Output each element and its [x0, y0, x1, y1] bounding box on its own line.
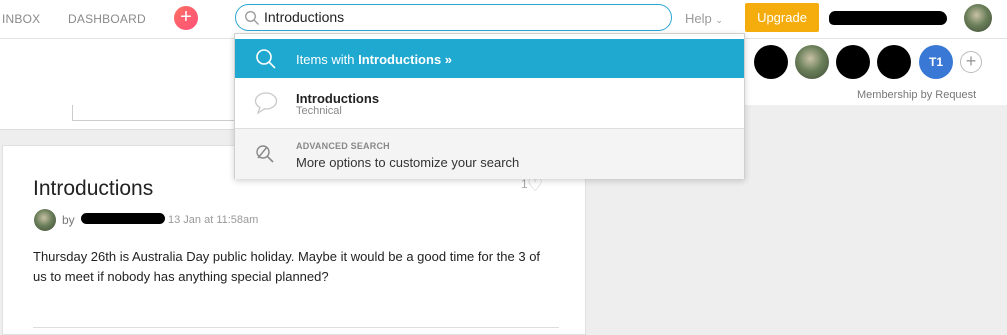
member-avatar[interactable]	[795, 45, 829, 79]
items-with-term: Introductions »	[358, 52, 453, 67]
search-dropdown: Items with Introductions » Introductions…	[234, 33, 745, 179]
search-icon	[245, 11, 259, 25]
author-avatar[interactable]	[34, 209, 56, 231]
by-label: by	[62, 213, 75, 227]
advanced-search-text: More options to customize your search	[296, 155, 520, 170]
upgrade-button[interactable]: Upgrade	[745, 3, 819, 32]
member-avatar-initials[interactable]: T1	[919, 45, 953, 79]
post-body: Thursday 26th is Australia Day public ho…	[33, 249, 541, 284]
items-with-option[interactable]: Items with Introductions »	[235, 39, 744, 78]
items-with-prefix: Items with	[296, 52, 359, 67]
redacted-author-name	[81, 213, 165, 224]
post-date: 13 Jan at 11:58am	[168, 214, 259, 226]
post-title[interactable]: Introductions	[33, 177, 153, 201]
user-avatar[interactable]	[964, 4, 992, 32]
speech-bubble-icon	[254, 92, 278, 115]
member-avatar[interactable]	[836, 45, 870, 79]
advanced-search-icon	[256, 145, 274, 163]
help-menu[interactable]: Help ⌄	[685, 11, 723, 26]
nav-inbox[interactable]: INBOX	[2, 12, 40, 26]
add-member-icon[interactable]: +	[960, 51, 982, 73]
redacted-user-name	[829, 11, 947, 25]
chevron-down-icon: ⌄	[715, 15, 723, 25]
search-input[interactable]	[264, 8, 644, 26]
nav-dashboard[interactable]: DASHBOARD	[68, 12, 146, 26]
search-box[interactable]	[235, 4, 672, 31]
advanced-search-option[interactable]: ADVANCED SEARCH More options to customiz…	[235, 128, 744, 179]
items-with-text: Items with Introductions »	[296, 52, 452, 67]
result-subtitle: Technical	[296, 105, 342, 117]
member-avatar[interactable]	[877, 45, 911, 79]
membership-label: Membership by Request	[857, 89, 977, 101]
advanced-search-label: ADVANCED SEARCH	[296, 141, 390, 151]
member-avatar[interactable]	[754, 45, 788, 79]
search-result-item[interactable]: Introductions Technical	[235, 79, 744, 127]
add-icon[interactable]: +	[174, 6, 198, 30]
search-icon	[256, 49, 276, 69]
result-title: Introductions	[296, 91, 380, 106]
help-label: Help	[685, 11, 712, 26]
